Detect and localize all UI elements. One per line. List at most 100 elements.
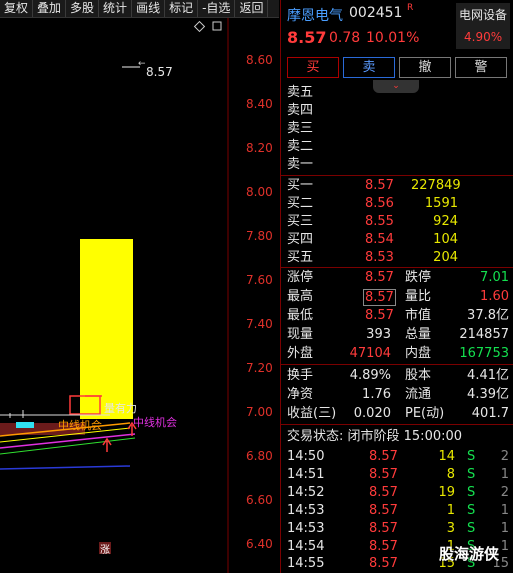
limit-down-value: 7.01 xyxy=(480,270,509,285)
toolbar-statistics[interactable]: 统计 xyxy=(99,0,133,17)
quote-panel: 摩恩电气 002451 R 电网设备 4.90% 8.57 0.78 10.01… xyxy=(280,0,513,573)
mktcap-label: 市值 xyxy=(405,308,432,323)
eps-label: 收益(三) xyxy=(287,406,337,421)
rise-marker: 涨 xyxy=(100,545,110,556)
buy-level-label: 买二 xyxy=(287,196,314,211)
inner-label: 内盘 xyxy=(405,346,432,361)
chart-toolbar: 复权 叠加 多股 统计 画线 标记 -自选 返回 xyxy=(0,0,279,18)
limit-up-label: 涨停 xyxy=(287,270,314,285)
price-tick: 7.20 xyxy=(246,361,273,375)
inner-value: 167753 xyxy=(459,346,509,361)
high-arrow-icon: ← xyxy=(138,59,146,69)
buy-level-price: 8.55 xyxy=(365,214,394,229)
limit-up-candle xyxy=(80,239,133,419)
nav-value: 1.76 xyxy=(362,387,391,402)
diamond-icon xyxy=(193,20,206,33)
tick-row: 14:50 8.57 14 S 2 xyxy=(287,449,509,464)
sector-box[interactable]: 电网设备 4.90% xyxy=(456,3,510,49)
total-vol-label: 总量 xyxy=(405,327,432,342)
price-tick: 6.40 xyxy=(246,537,273,551)
buy-level-label: 买三 xyxy=(287,214,314,229)
divider xyxy=(281,175,513,176)
price-tick: 6.60 xyxy=(246,493,273,507)
tick-row: 14:53 8.57 3 S 1 xyxy=(287,521,509,536)
toolbar-overlay[interactable]: 叠加 xyxy=(33,0,67,17)
limit-down-label: 跌停 xyxy=(405,270,432,285)
tick-row: 14:51 8.57 8 S 1 xyxy=(287,467,509,482)
toolbar-mark[interactable]: 标记 xyxy=(165,0,199,17)
buy-button[interactable]: 买 xyxy=(287,57,339,78)
eps-value: 0.020 xyxy=(353,406,391,421)
price-tick: 8.00 xyxy=(246,185,273,199)
sell-level-3-label: 卖三 xyxy=(287,121,314,136)
mktcap-value: 37.8亿 xyxy=(467,308,509,323)
stock-name: 摩恩电气 xyxy=(287,8,343,24)
stock-code: 002451 xyxy=(349,5,403,21)
buy-level-price: 8.57 xyxy=(365,178,394,193)
price-tick: 7.80 xyxy=(246,229,273,243)
sell-level-1-label: 卖一 xyxy=(287,157,314,172)
ma-blue xyxy=(0,465,131,470)
square-icon xyxy=(212,21,222,31)
kline-svg xyxy=(0,18,229,573)
float-value: 4.39亿 xyxy=(467,387,509,402)
price-tick: 7.00 xyxy=(246,405,273,419)
equity-value: 4.41亿 xyxy=(467,368,509,383)
sell-level-2-label: 卖二 xyxy=(287,139,314,154)
float-label: 流通 xyxy=(405,387,432,402)
high-price-annotation: 8.57 xyxy=(146,65,173,79)
cancel-order-button[interactable]: 撤 xyxy=(399,57,451,78)
toolbar-draw-line[interactable]: 画线 xyxy=(132,0,166,17)
divider xyxy=(281,424,513,425)
expand-chevron-icon[interactable]: ⌄ xyxy=(373,80,419,93)
nav-label: 净资 xyxy=(287,387,314,402)
outer-label: 外盘 xyxy=(287,346,314,361)
low-label: 最低 xyxy=(287,308,314,323)
tick-row: 14:53 8.57 1 S 1 xyxy=(287,503,509,518)
cyan-block xyxy=(16,422,34,428)
price-tick: 8.60 xyxy=(246,53,273,67)
low-value: 8.57 xyxy=(365,308,394,323)
pe-label: PE(动) xyxy=(405,406,445,421)
equity-label: 股本 xyxy=(405,368,432,383)
buy-level-volume: 924 xyxy=(433,214,458,229)
sell-button[interactable]: 卖 xyxy=(343,57,395,78)
kline-chart[interactable]: ← 8.57 量有力 中线机会 中线机会 涨 8.60 8.40 8.20 8.… xyxy=(0,18,279,573)
mid-opportunity-label-2: 中线机会 xyxy=(133,416,177,429)
watermark: 股海游侠 xyxy=(439,545,500,563)
buy-level-volume: 204 xyxy=(433,250,458,265)
price-tick: 6.80 xyxy=(246,449,273,463)
turnover-label: 换手 xyxy=(287,368,314,383)
tick-row: 14:52 8.57 19 S 2 xyxy=(287,485,509,500)
outer-value: 47104 xyxy=(349,346,391,361)
mid-opportunity-label: 中线机会 xyxy=(58,419,102,432)
buy-level-price: 8.54 xyxy=(365,232,394,247)
high-value: 8.57 xyxy=(363,289,396,306)
buy-level-label: 买四 xyxy=(287,232,314,247)
current-price: 8.57 xyxy=(287,28,327,47)
sell-level-4-label: 卖四 xyxy=(287,103,314,118)
current-vol-value: 393 xyxy=(366,327,391,342)
sector-change: 4.90% xyxy=(464,30,503,44)
price-tick: 8.20 xyxy=(246,141,273,155)
vol-ratio-label: 量比 xyxy=(405,289,432,304)
buy-level-price: 8.56 xyxy=(365,196,394,211)
toolbar-watchlist[interactable]: -自选 xyxy=(198,0,236,17)
buy-level-label: 买五 xyxy=(287,250,314,265)
alert-button[interactable]: 警 xyxy=(455,57,507,78)
sector-name: 电网设备 xyxy=(459,8,508,22)
buy-level-volume: 1591 xyxy=(424,196,458,211)
price-change: 0.78 xyxy=(329,30,361,46)
buy-level-volume: 227849 xyxy=(411,178,461,193)
price-change-pct: 10.01% xyxy=(366,30,420,46)
pe-value: 401.7 xyxy=(471,406,509,421)
buy-level-price: 8.53 xyxy=(365,250,394,265)
total-vol-value: 214857 xyxy=(459,327,509,342)
divider xyxy=(281,364,513,365)
vol-ratio-value: 1.60 xyxy=(480,289,509,304)
toolbar-back[interactable]: 返回 xyxy=(235,0,269,17)
toolbar-multi-stock[interactable]: 多股 xyxy=(66,0,100,17)
divider xyxy=(281,267,513,268)
toolbar-restore-rights[interactable]: 复权 xyxy=(0,0,34,17)
stock-badge: R xyxy=(407,3,414,13)
